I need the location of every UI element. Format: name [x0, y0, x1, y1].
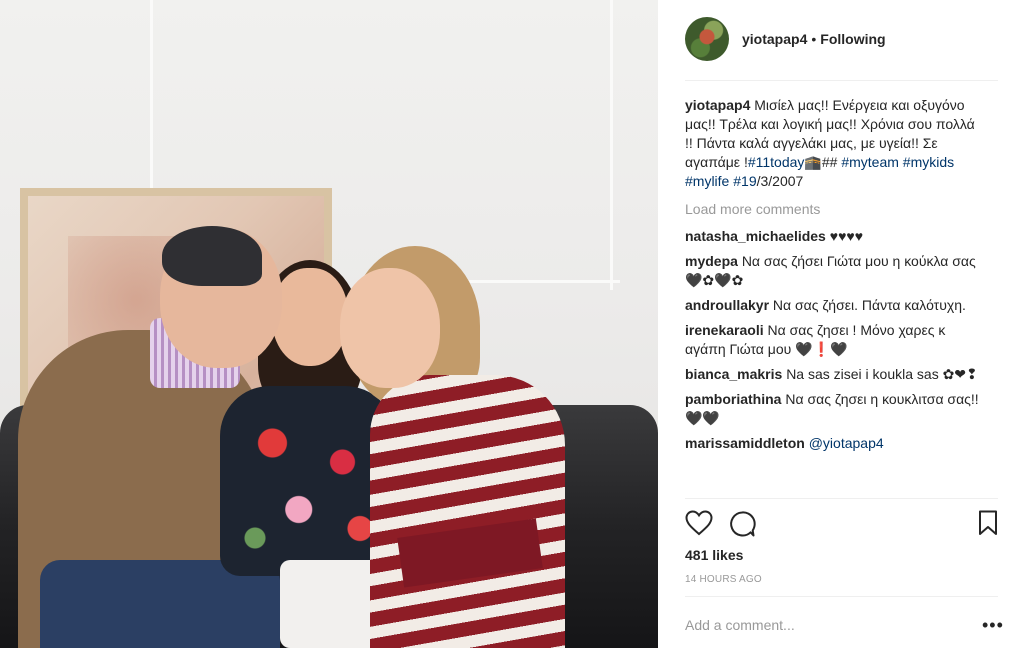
hashtag-link[interactable]: #19 — [733, 173, 756, 189]
post-photo[interactable] — [0, 0, 658, 648]
likes-count[interactable]: 481 likes — [685, 547, 743, 563]
comment-username[interactable]: natasha_michaelides — [685, 228, 826, 244]
comment-item: pamboriathina Να σας ζησει η κουκλιτσα σ… — [685, 390, 985, 428]
comment-username[interactable]: pamboriathina — [685, 391, 781, 407]
girl-floral-top — [220, 386, 395, 576]
wall-panel-line — [610, 0, 613, 290]
comment-text: ♥♥♥♥ — [829, 228, 863, 244]
header-username[interactable]: yiotapap4 — [742, 31, 807, 47]
woman-face — [340, 268, 440, 388]
heart-icon[interactable] — [685, 510, 713, 536]
caption-username[interactable]: yiotapap4 — [685, 97, 750, 113]
caption-text-3: /3/2007 — [756, 173, 804, 189]
comment-item: marissamiddleton @yiotapap4 — [685, 434, 985, 453]
post-timestamp: 14 HOURS AGO — [685, 574, 762, 585]
avatar[interactable] — [685, 17, 729, 61]
header-text: yiotapap4 • Following — [742, 31, 886, 47]
girl-face — [272, 268, 348, 366]
comment-username[interactable]: marissamiddleton — [685, 435, 805, 451]
woman-striped-dress — [370, 375, 565, 648]
comment-text: Να σας ζήσει. Πάντα καλότυχη. — [772, 297, 966, 313]
post-sidebar: yiotapap4 • Following yiotapap4 Μισίελ μας… — [658, 0, 1011, 648]
hashtag-link[interactable]: #mylife — [685, 173, 729, 189]
bookmark-icon[interactable] — [978, 510, 998, 536]
comments-section: yiotapap4 Μισίελ μας!! Ενέργεια και οξυγ… — [685, 96, 985, 459]
action-bar — [685, 510, 1001, 538]
following-button[interactable]: Following — [820, 31, 885, 47]
comment-text: Na sas zisei i koukla sas ✿❤︎❢ — [786, 366, 978, 382]
caption-text-2: ## — [821, 154, 842, 170]
comment-mention-link[interactable]: @yiotapap4 — [809, 435, 884, 451]
comment-item: natasha_michaelides ♥♥♥♥ — [685, 227, 985, 246]
comment-icon[interactable] — [728, 510, 756, 538]
caption: yiotapap4 Μισίελ μας!! Ενέργεια και οξυγ… — [685, 96, 985, 191]
actions-divider — [685, 498, 998, 499]
comment-username[interactable]: mydepa — [685, 253, 738, 269]
man-hair — [162, 226, 262, 286]
comment-item: irenekaraoli Να σας ζησει ! Μόνο χαρες κ… — [685, 321, 985, 359]
comment-username[interactable]: bianca_makris — [685, 366, 782, 382]
comment-item: androullakyr Να σας ζήσει. Πάντα καλότυχ… — [685, 296, 985, 315]
header-divider — [685, 80, 998, 81]
more-options-icon[interactable]: ••• — [982, 616, 1004, 634]
hashtag-link[interactable]: #11today — [748, 154, 805, 170]
comment-item: mydepa Να σας ζήσει Γιώτα μου η κούκλα σ… — [685, 252, 985, 290]
instagram-post: yiotapap4 • Following yiotapap4 Μισίελ μας… — [0, 0, 1011, 648]
load-more-comments-link[interactable]: Load more comments — [685, 200, 985, 219]
hashtag-link[interactable]: #mykids — [903, 154, 954, 170]
caption-emoji: 🕋 — [804, 154, 822, 170]
post-header: yiotapap4 • Following — [685, 17, 998, 61]
hashtag-link[interactable]: #myteam — [841, 154, 899, 170]
add-comment-input[interactable]: Add a comment... — [685, 617, 795, 633]
comment-username[interactable]: androullakyr — [685, 297, 769, 313]
header-separator: • — [811, 31, 817, 47]
comment-input-divider — [685, 596, 998, 597]
comment-item: bianca_makris Na sas zisei i koukla sas … — [685, 365, 985, 384]
girl-trousers — [280, 560, 380, 648]
comment-username[interactable]: irenekaraoli — [685, 322, 764, 338]
